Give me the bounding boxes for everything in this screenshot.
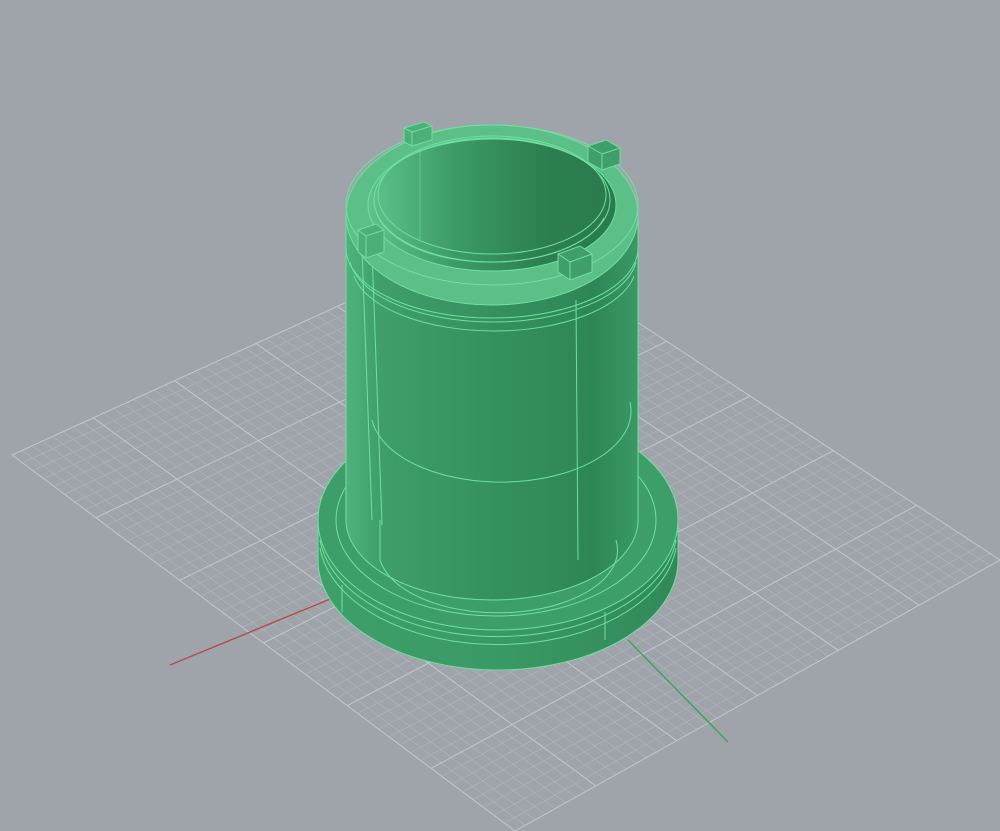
viewport-canvas[interactable] xyxy=(0,0,1000,831)
rim-lug-front-left xyxy=(357,223,385,259)
cylinder-sleeve-model[interactable] xyxy=(317,121,679,671)
perspective-viewport[interactable] xyxy=(0,0,1000,831)
